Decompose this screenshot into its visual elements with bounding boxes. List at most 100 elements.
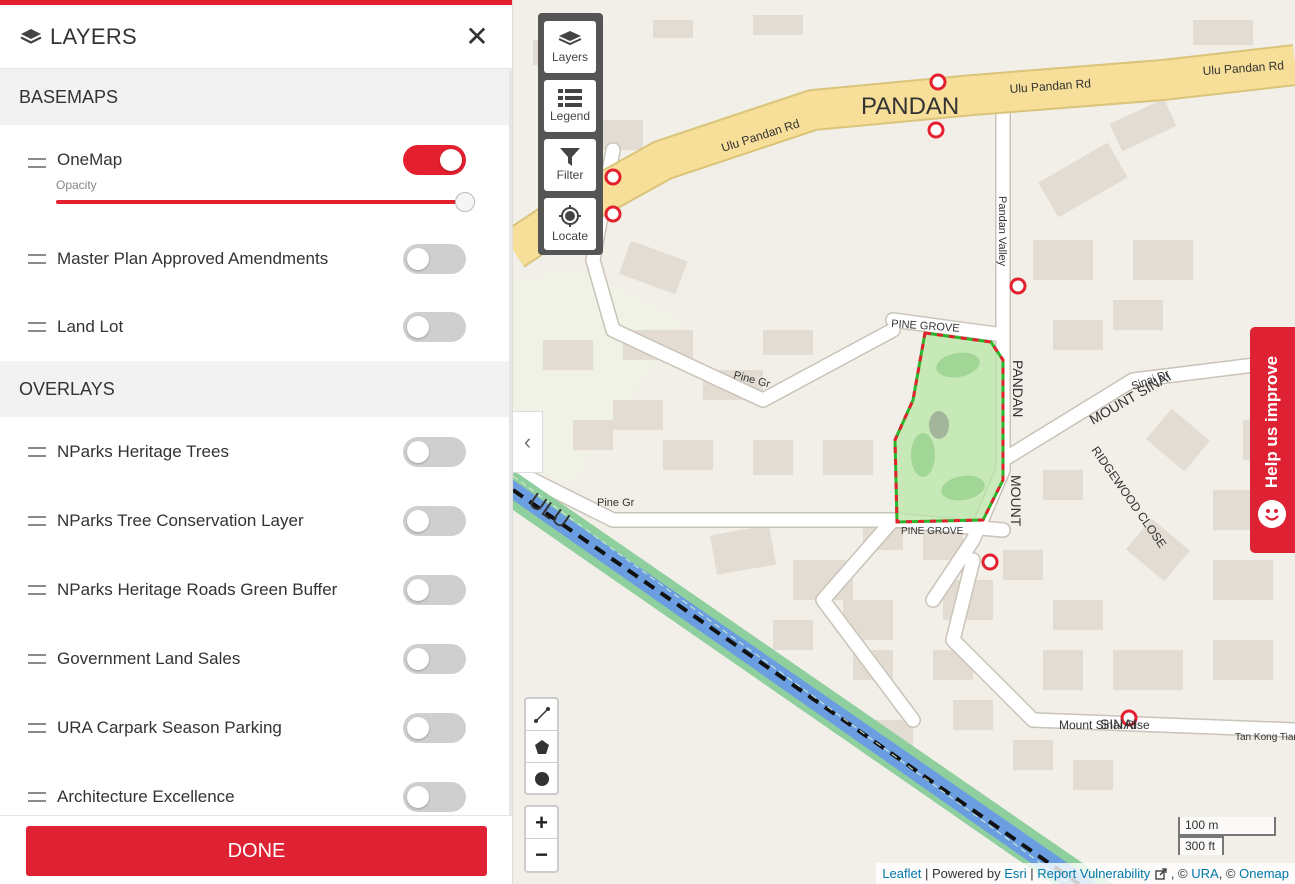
locate-icon: [559, 205, 581, 227]
layer-row-heritage-trees: NParks Heritage Trees: [0, 417, 512, 486]
layer-label: Land Lot: [57, 317, 124, 336]
drag-handle-icon[interactable]: [28, 791, 46, 802]
leaflet-link[interactable]: Leaflet: [882, 866, 921, 881]
layer-toggle-onemap[interactable]: [403, 145, 466, 175]
draw-line-button[interactable]: [526, 699, 557, 731]
layer-row-heritage-roads: NParks Heritage Roads Green Buffer: [0, 555, 512, 624]
layers-panel: LAYERS ✕ BASEMAPS OneMap Opacity Master …: [0, 0, 513, 884]
layer-label: Government Land Sales: [57, 648, 241, 668]
zoom-out-button[interactable]: −: [526, 839, 557, 871]
layer-label: NParks Tree Conservation Layer: [57, 510, 304, 530]
drag-handle-icon[interactable]: [28, 446, 46, 457]
chevron-left-icon: ‹: [523, 429, 532, 454]
circle-icon: [534, 772, 549, 786]
toggle-knob: [407, 579, 429, 601]
locate-button[interactable]: Locate: [544, 198, 596, 250]
external-link-icon: [1155, 867, 1167, 880]
drag-handle-icon[interactable]: [28, 515, 46, 526]
map-label-pandan-valley: PANDAN: [1010, 360, 1026, 417]
help-us-improve-tab[interactable]: Help us improve: [1250, 327, 1295, 553]
onemap-link[interactable]: Onemap: [1239, 866, 1289, 881]
drag-handle-icon[interactable]: [28, 653, 46, 664]
opacity-label: Opacity: [56, 178, 97, 192]
report-vulnerability-link[interactable]: Report Vulnerability: [1037, 866, 1150, 881]
drag-handle-icon[interactable]: [28, 254, 46, 264]
toggle-knob: [407, 316, 429, 338]
layer-row-tree-conservation: NParks Tree Conservation Layer: [0, 486, 512, 555]
map-label-tan-kong-tian: Tan Kong Tian Tp: [1235, 732, 1295, 743]
legend-button-label: Legend: [549, 109, 591, 123]
toggle-knob: [440, 149, 462, 171]
drag-handle-icon[interactable]: [28, 322, 46, 332]
filter-icon: [560, 148, 580, 166]
zoom-in-button[interactable]: +: [526, 807, 557, 839]
layer-toggle-master-plan[interactable]: [403, 244, 466, 274]
layer-label: Master Plan Approved Amendments: [57, 249, 329, 268]
panel-header: LAYERS ✕: [0, 5, 512, 69]
layer-toggle-government-land-sales[interactable]: [403, 644, 466, 674]
attribution-text-1: | Powered by: [921, 866, 1005, 881]
done-button[interactable]: DONE: [26, 826, 487, 876]
draw-toolbar: [524, 697, 559, 795]
overlays-heading: OVERLAYS: [0, 361, 512, 417]
panel-footer: DONE: [0, 815, 512, 884]
scale-bar: 100 m 300 ft: [1178, 817, 1276, 855]
map-label-mount-1: MOUNT: [1008, 475, 1024, 527]
layers-button[interactable]: Layers: [544, 21, 596, 73]
layer-row-master-plan: Master Plan Approved Amendments: [0, 225, 512, 293]
basemap-tiles[interactable]: PANDAN Ulu Pandan Rd Ulu Pandan Rd Ulu P…: [513, 0, 1295, 884]
toggle-knob: [407, 441, 429, 463]
map-label-pandan: PANDAN: [861, 93, 959, 120]
layer-toggle-heritage-roads[interactable]: [403, 575, 466, 605]
layers-button-label: Layers: [551, 50, 589, 64]
ura-link[interactable]: URA: [1191, 866, 1218, 881]
map-label-sinai: SINAI: [1100, 716, 1137, 732]
layer-label: Architecture Excellence: [57, 786, 235, 806]
basemaps-heading: BASEMAPS: [0, 69, 512, 125]
layers-icon: [20, 28, 42, 44]
layer-row-carpark-season-parking: URA Carpark Season Parking: [0, 693, 512, 762]
layer-toggle-land-lot[interactable]: [403, 312, 466, 342]
toggle-knob: [407, 248, 429, 270]
toggle-knob: [407, 510, 429, 532]
layers-icon: [558, 31, 582, 46]
drag-handle-icon[interactable]: [28, 722, 46, 733]
layer-row-land-lot: Land Lot: [0, 293, 512, 361]
polygon-icon: [534, 739, 549, 754]
opacity-slider-track[interactable]: [56, 200, 466, 204]
draw-polygon-button[interactable]: [526, 731, 557, 763]
map-label-pine-gr-2: Pine Gr: [597, 497, 635, 509]
filter-button[interactable]: Filter: [544, 139, 596, 191]
map-attribution: Leaflet | Powered by Esri | Report Vulne…: [876, 863, 1295, 884]
map-toolbox: Layers Legend Filter Locate: [538, 13, 603, 255]
polyline-icon: [533, 706, 550, 723]
layer-label: OneMap: [57, 150, 123, 169]
layer-toggle-carpark-season-parking[interactable]: [403, 713, 466, 743]
layer-toggle-heritage-trees[interactable]: [403, 437, 466, 467]
legend-button[interactable]: Legend: [544, 80, 596, 132]
drag-handle-icon[interactable]: [28, 584, 46, 595]
layer-toggle-tree-conservation[interactable]: [403, 506, 466, 536]
layer-row-government-land-sales: Government Land Sales: [0, 624, 512, 693]
draw-circle-button[interactable]: [526, 763, 557, 795]
opacity-slider-thumb[interactable]: [455, 192, 475, 212]
collapse-panel-button[interactable]: ‹: [513, 411, 543, 473]
toggle-knob: [407, 648, 429, 670]
attribution-text-2: |: [1026, 866, 1038, 881]
locate-button-label: Locate: [551, 229, 589, 243]
help-us-improve-label: Help us improve: [1262, 355, 1281, 489]
panel-scrollbar[interactable]: [509, 70, 512, 815]
drag-handle-icon[interactable]: [28, 158, 46, 168]
zoom-control: + −: [524, 805, 559, 873]
app-root: PANDAN Ulu Pandan Rd Ulu Pandan Rd Ulu P…: [0, 0, 1295, 884]
esri-link[interactable]: Esri: [1004, 866, 1026, 881]
map-label-valley: Pandan Valley: [996, 196, 1008, 267]
toggle-knob: [407, 786, 429, 808]
close-icon[interactable]: ✕: [462, 22, 492, 51]
attribution-text-3: , ©: [1167, 866, 1192, 881]
layer-toggle-architecture-excellence[interactable]: [403, 782, 466, 812]
scale-metric: 100 m: [1178, 817, 1276, 836]
map-label-pine-grove-2: PINE GROVE: [901, 526, 964, 537]
scale-imperial: 300 ft: [1178, 836, 1224, 855]
map-canvas[interactable]: PANDAN Ulu Pandan Rd Ulu Pandan Rd Ulu P…: [513, 0, 1295, 884]
